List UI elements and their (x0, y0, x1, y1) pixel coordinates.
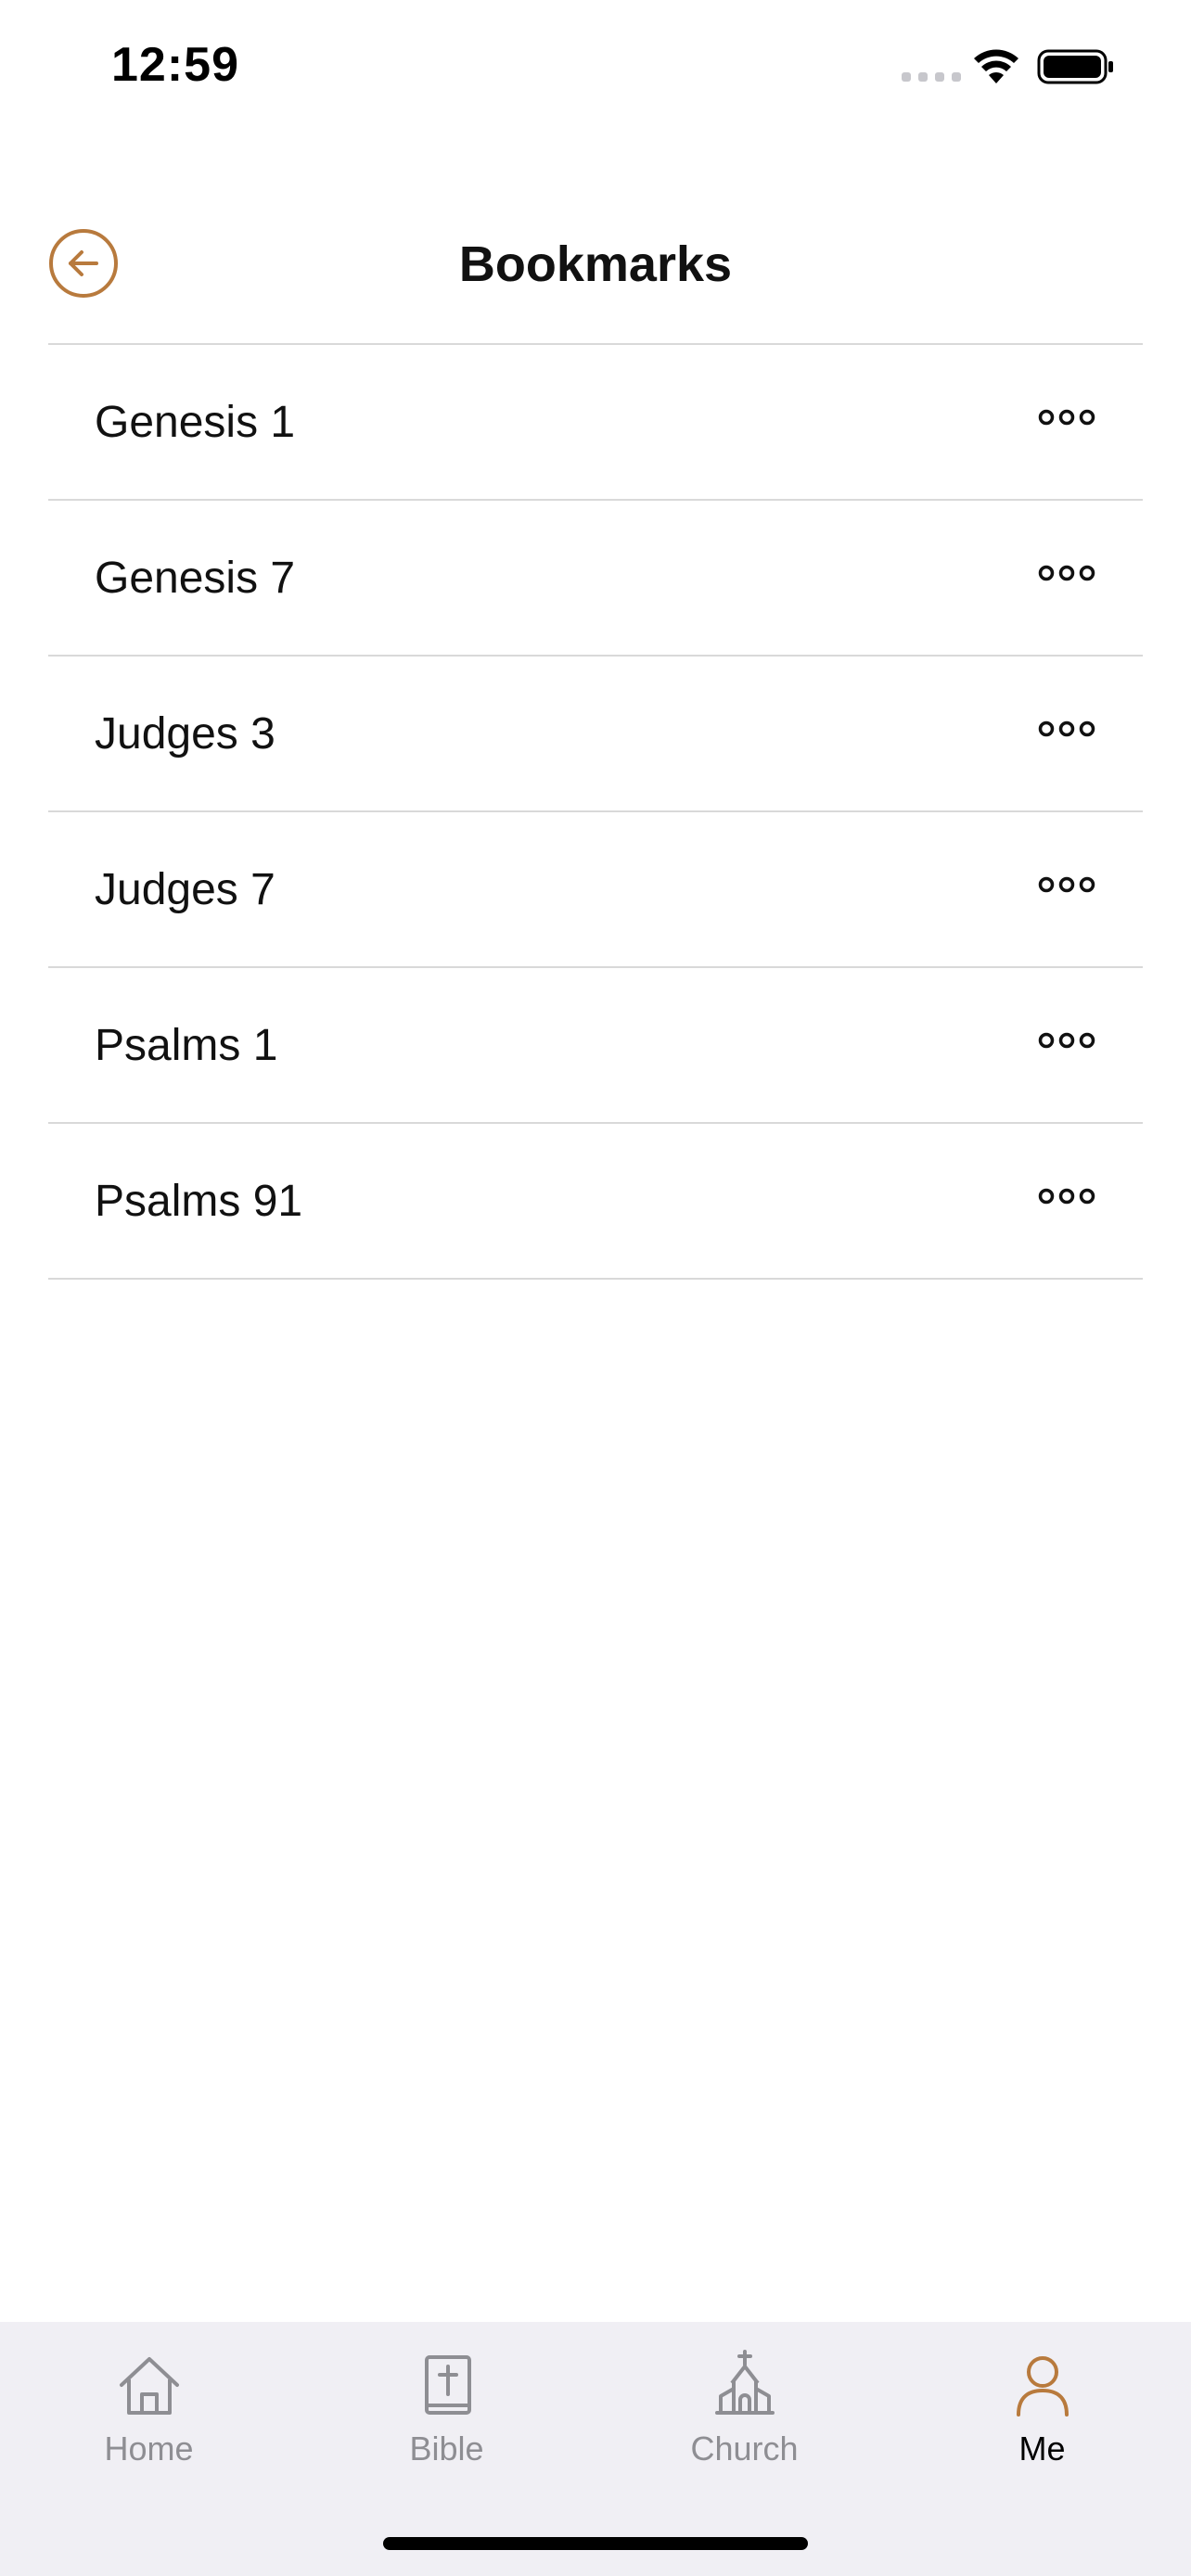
bible-icon (424, 2355, 471, 2415)
tab-church[interactable]: Church (596, 2340, 893, 2489)
house-icon (119, 2357, 179, 2415)
bookmark-label: Psalms 1 (95, 1021, 278, 1070)
more-options-icon[interactable] (1037, 710, 1096, 747)
more-options-icon[interactable] (1037, 1178, 1096, 1215)
bookmark-label: Judges 3 (95, 709, 275, 759)
page-title: Bookmarks (458, 236, 733, 292)
nav-header: Bookmarks (0, 204, 1191, 343)
person-icon (1016, 2356, 1069, 2417)
bookmark-list: Genesis 1 Genesis 7 Judges 3 Judges 7 Ps… (48, 343, 1143, 1280)
list-item[interactable]: Genesis 7 (48, 501, 1143, 657)
battery-icon (1037, 49, 1113, 84)
tab-home[interactable]: Home (0, 2340, 298, 2489)
church-icon (714, 2350, 775, 2415)
more-options-icon[interactable] (1037, 1022, 1096, 1059)
list-item[interactable]: Judges 3 (48, 657, 1143, 812)
bookmark-label: Genesis 1 (95, 398, 296, 447)
tab-me[interactable]: Me (893, 2340, 1191, 2489)
tab-label-bible: Bible (409, 2429, 484, 2468)
more-options-icon[interactable] (1037, 866, 1096, 903)
bookmark-label: Judges 7 (95, 865, 275, 914)
status-time: 12:59 (111, 38, 239, 92)
status-bar: 12:59 (0, 0, 1191, 139)
tab-bible[interactable]: Bible (298, 2340, 596, 2489)
home-indicator (383, 2537, 808, 2550)
tab-label-me: Me (1018, 2429, 1066, 2468)
list-item[interactable]: Judges 7 (48, 812, 1143, 968)
cellular-signal-icon (902, 72, 961, 82)
list-item[interactable]: Psalms 91 (48, 1124, 1143, 1280)
tab-label-home: Home (104, 2429, 194, 2468)
bookmarks-screen: 12:59 Bookmarks Genesis 1 Genesis 7 Judg… (0, 0, 1191, 2576)
list-item[interactable]: Genesis 1 (48, 345, 1143, 501)
more-options-icon[interactable] (1037, 399, 1096, 436)
bookmark-label: Psalms 91 (95, 1177, 303, 1226)
wifi-icon (974, 49, 1018, 83)
tab-label-church: Church (690, 2429, 799, 2468)
bookmark-label: Genesis 7 (95, 554, 296, 603)
more-options-icon[interactable] (1037, 555, 1096, 592)
list-item[interactable]: Psalms 1 (48, 968, 1143, 1124)
